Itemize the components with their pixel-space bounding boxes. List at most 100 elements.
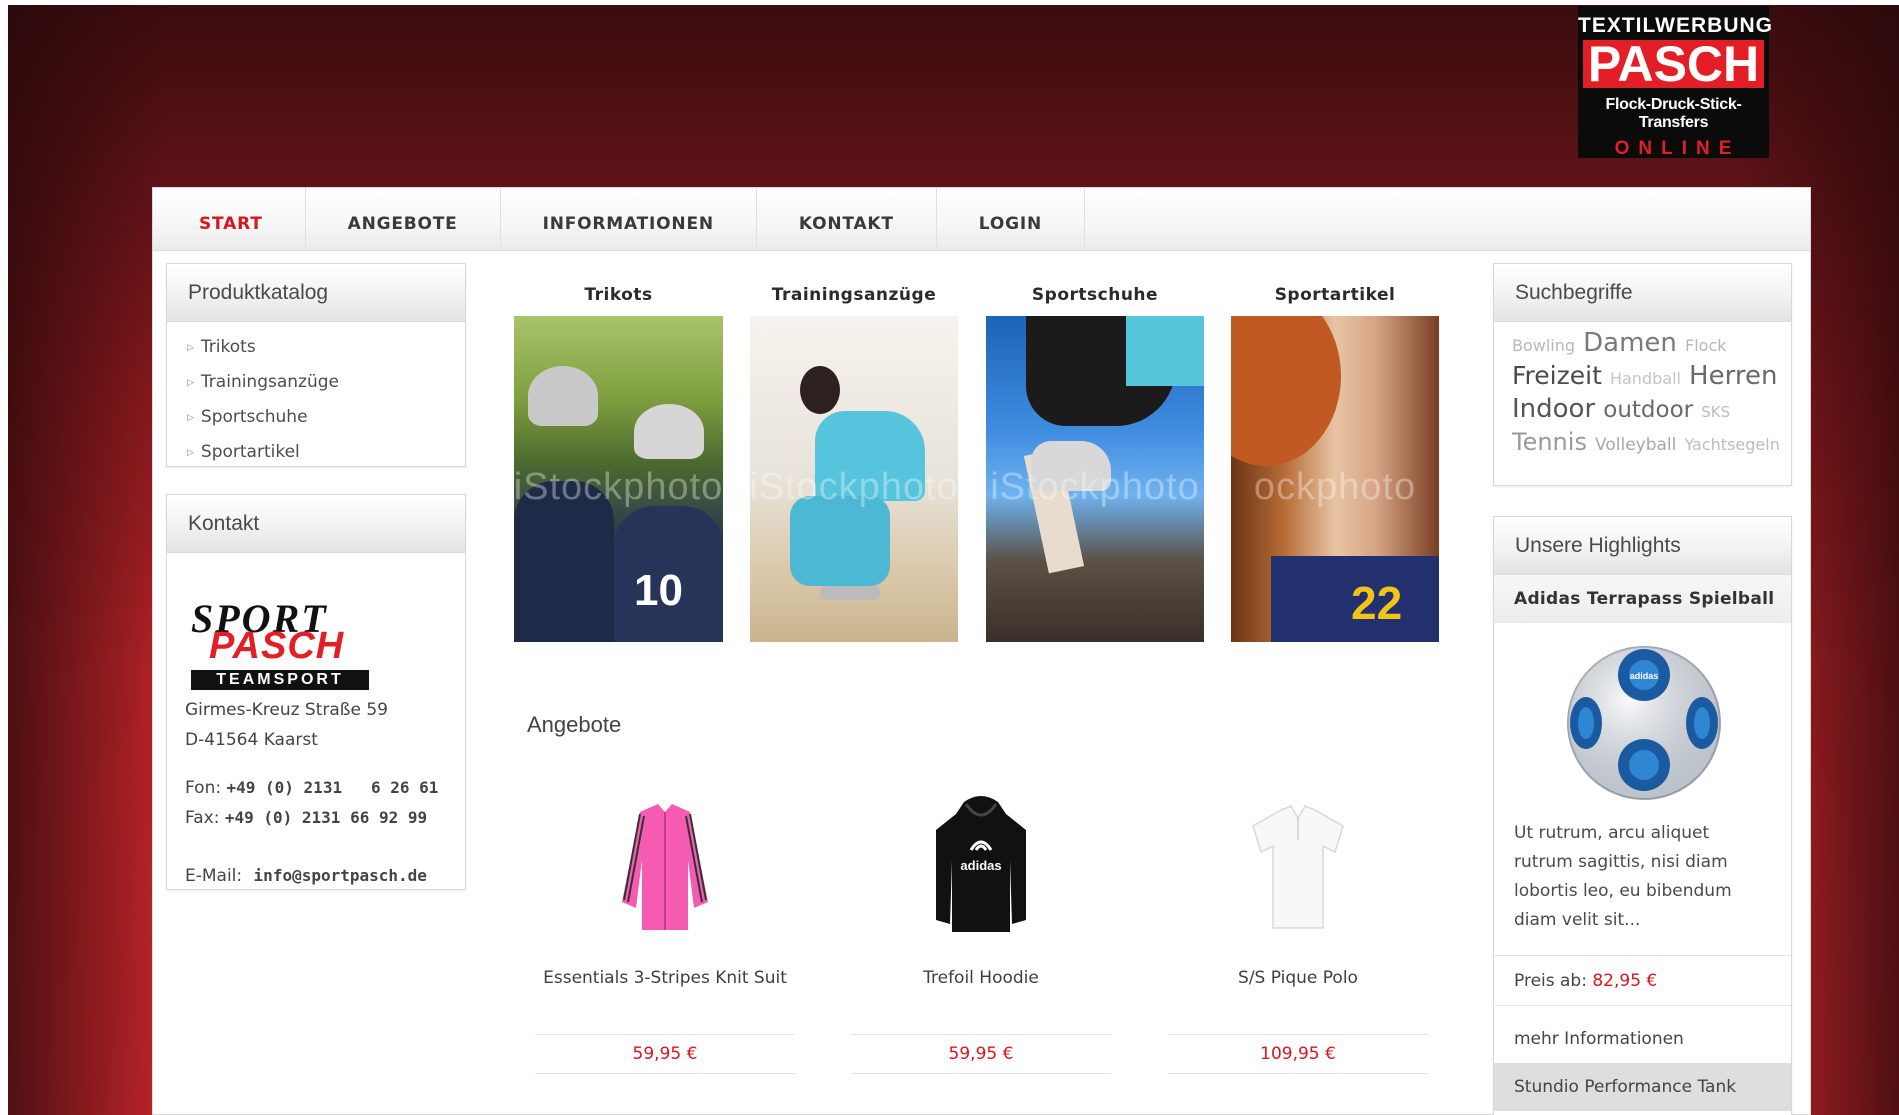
offer-item[interactable]: Essentials 3-Stripes Knit Suit 59,95 € <box>535 790 795 1074</box>
highlight-next-item-title[interactable]: Stundio Performance Tank <box>1494 1063 1791 1111</box>
offer-name[interactable]: S/S Pique Polo <box>1168 958 1428 1008</box>
photo-watermark: ockphoto <box>1253 466 1417 508</box>
suchbegriffe-box: Suchbegriffe Bowling Damen Flock Freizei… <box>1493 263 1792 486</box>
logo-line-1: TEXTILWERBUNG <box>1578 14 1773 37</box>
offer-item[interactable]: S/S Pique Polo 109,95 € <box>1168 790 1428 1074</box>
photo-watermark: iStockphoto <box>990 466 1200 508</box>
contact-address: Girmes-Kreuz Straße 59 D-41564 Kaarst Fo… <box>167 695 438 891</box>
highlight-price-row: Preis ab: 82,95 € <box>1494 955 1791 1005</box>
contact-city: D-41564 Kaarst <box>185 730 318 750</box>
nav-angebote[interactable]: ANGEBOTE <box>306 188 501 251</box>
tag-herren[interactable]: Herren <box>1689 361 1777 391</box>
nav-login[interactable]: LOGIN <box>937 188 1085 251</box>
sport-pasch-teamsport-logo: SPORT PASCH TEAMSPORT <box>191 595 369 690</box>
white-polo-icon[interactable] <box>1168 790 1428 940</box>
category-title: Trainingsanzüge <box>771 285 937 305</box>
triangle-right-icon: ▷ <box>187 343 194 353</box>
contact-email-row: E-Mail: info@sportpasch.de <box>185 861 438 891</box>
offer-name[interactable]: Essentials 3-Stripes Knit Suit <box>535 958 795 1008</box>
offer-price: 59,95 € <box>632 1044 698 1064</box>
offer-divider <box>1168 1073 1428 1074</box>
highlight-item-title[interactable]: Adidas Terrapass Spielball <box>1494 575 1791 623</box>
svg-text:adidas: adidas <box>1630 671 1659 681</box>
highlight-description: Ut rutrum, arcu aliquet rutrum sagittis,… <box>1514 823 1732 930</box>
catalog-item-trikots[interactable]: ▷ Trikots <box>187 330 465 365</box>
black-hoodie-icon[interactable]: adidas <box>851 790 1111 940</box>
contact-fax-value: +49 (0) 2131 66 92 99 <box>224 808 428 827</box>
logo-line-4: ONLINE <box>1614 138 1741 159</box>
category-title: Trikots <box>584 285 653 305</box>
offer-divider <box>535 1073 795 1074</box>
tag-damen[interactable]: Damen <box>1583 328 1677 358</box>
tag-sks[interactable]: SKS <box>1701 403 1730 421</box>
angebote-heading: Angebote <box>527 712 622 737</box>
highlights-title: Unsere Highlights <box>1494 517 1791 575</box>
contact-phone-value: +49 (0) 2131 6 26 61 <box>226 778 439 797</box>
soccer-ball-icon[interactable]: adidas <box>1494 623 1791 819</box>
highlight-price-value: 82,95 € <box>1592 971 1658 991</box>
triangle-right-icon: ▷ <box>187 448 194 458</box>
produktkatalog-list: ▷ Trikots ▷ Trainingsanzüge ▷ Sportschuhe ▷… <box>167 322 465 470</box>
svg-text:adidas: adidas <box>960 858 1001 873</box>
catalog-item-label: Trainingsanzüge <box>200 372 339 392</box>
offer-price: 59,95 € <box>948 1044 1014 1064</box>
contact-street: Girmes-Kreuz Straße 59 <box>185 700 388 720</box>
tag-handball[interactable]: Handball <box>1610 369 1681 388</box>
textilwerbung-pasch-logo[interactable]: TEXTILWERBUNG PASCH Flock-Druck-Stick-Tr… <box>1578 6 1773 159</box>
category-tile-trainingsanzuege[interactable]: Trainingsanzüge iStockphoto <box>750 282 958 642</box>
offer-item[interactable]: adidas Trefoil Hoodie 59,95 € <box>851 790 1111 1074</box>
catalog-item-sportartikel[interactable]: ▷ Sportartikel <box>187 435 465 470</box>
produktkatalog-title: Produktkatalog <box>167 264 465 322</box>
category-title: Sportartikel <box>1274 285 1396 305</box>
contact-email-value[interactable]: info@sportpasch.de <box>254 866 427 885</box>
tag-yachtsegeln[interactable]: Yachtsegeln <box>1684 435 1779 454</box>
tag-outdoor[interactable]: outdoor <box>1603 397 1693 423</box>
contact-phone-row: Fon: +49 (0) 2131 6 26 61 <box>185 773 438 803</box>
sportartikel-photo: 22 ockphoto <box>1231 316 1439 642</box>
trainingsanzuege-photo: iStockphoto <box>750 316 958 642</box>
offer-price: 109,95 € <box>1260 1044 1336 1064</box>
catalog-item-label: Sportschuhe <box>200 407 308 427</box>
pink-jacket-icon[interactable] <box>535 790 795 940</box>
category-tile-sportschuhe[interactable]: Sportschuhe iStockphoto <box>986 282 1204 642</box>
catalog-item-sportschuhe[interactable]: ▷ Sportschuhe <box>187 400 465 435</box>
produktkatalog-box: Produktkatalog ▷ Trikots ▷ Trainingsanzüge… <box>166 263 466 467</box>
nav-kontakt[interactable]: KONTAKT <box>757 188 937 251</box>
tag-freizeit[interactable]: Freizeit <box>1512 361 1602 390</box>
contact-fax-label: Fax: <box>185 808 220 828</box>
logo-line-2: PASCH <box>1583 39 1764 89</box>
trikots-photo: 10 iStockphoto <box>514 316 723 642</box>
contact-phone-label: Fon: <box>185 778 222 798</box>
kontakt-box: Kontakt SPORT PASCH TEAMSPORT Girmes-Kre… <box>166 494 466 890</box>
tag-indoor[interactable]: Indoor <box>1512 394 1595 424</box>
sportschuhe-photo: iStockphoto <box>986 316 1204 642</box>
page-background-shade-left <box>8 5 168 1115</box>
photo-watermark: iStockphoto <box>514 466 723 508</box>
main-navigation: START ANGEBOTE INFORMATIONEN KONTAKT LOG… <box>153 188 1810 251</box>
category-title: Sportschuhe <box>1031 285 1159 305</box>
catalog-item-label: Trikots <box>200 337 256 357</box>
triangle-right-icon: ▷ <box>187 378 194 388</box>
nav-informationen[interactable]: INFORMATIONEN <box>501 188 757 251</box>
offer-divider <box>851 1073 1111 1074</box>
tag-flock[interactable]: Flock <box>1685 336 1727 355</box>
logo-line-3: Flock-Druck-Stick-Transfers <box>1605 96 1742 131</box>
logo-teamsport-text: TEAMSPORT <box>191 670 369 690</box>
kontakt-title: Kontakt <box>167 495 465 553</box>
tag-volleyball[interactable]: Volleyball <box>1595 435 1676 455</box>
category-tile-trikots[interactable]: Trikots 10 iStockphoto <box>514 282 723 642</box>
offer-name[interactable]: Trefoil Hoodie <box>851 958 1111 1008</box>
highlight-price-label: Preis ab: <box>1514 971 1587 991</box>
highlights-box: Unsere Highlights Adidas Terrapass Spiel… <box>1493 516 1792 1115</box>
contact-fax-row: Fax: +49 (0) 2131 66 92 99 <box>185 803 438 833</box>
triangle-right-icon: ▷ <box>187 413 194 423</box>
tag-tennis[interactable]: Tennis <box>1512 428 1587 456</box>
catalog-item-trainingsanzuege[interactable]: ▷ Trainingsanzüge <box>187 365 465 400</box>
contact-email-label: E-Mail: <box>185 866 243 886</box>
catalog-item-label: Sportartikel <box>200 442 300 462</box>
highlight-more-link[interactable]: mehr Informationen <box>1494 1005 1791 1063</box>
category-tile-sportartikel[interactable]: Sportartikel 22 ockphoto <box>1231 282 1439 642</box>
tag-bowling[interactable]: Bowling <box>1512 336 1575 355</box>
nav-start[interactable]: START <box>157 188 306 251</box>
logo-pasch-text: PASCH <box>209 625 345 667</box>
